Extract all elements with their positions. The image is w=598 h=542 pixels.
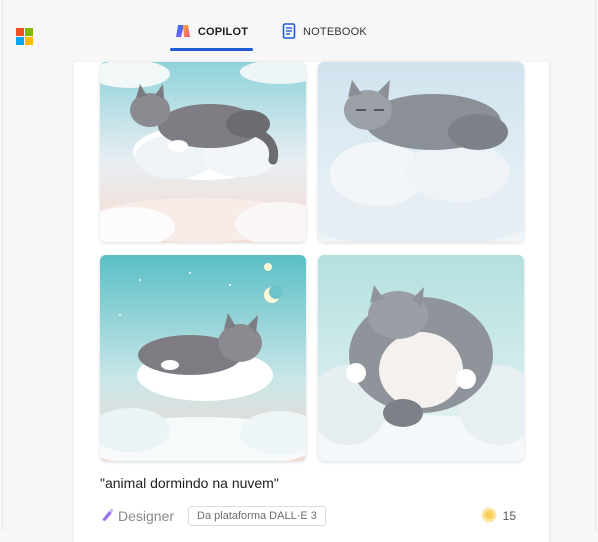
reaction-counter[interactable]: 15: [481, 507, 516, 526]
source-badge: Da plataforma DALL·E 3: [188, 506, 326, 526]
tab-notebook[interactable]: NOTEBOOK: [282, 14, 367, 50]
tab-copilot[interactable]: COPILOT: [170, 14, 253, 50]
designer-label: Designer: [118, 508, 175, 524]
generated-image-2[interactable]: [318, 62, 524, 242]
right-border: [595, 0, 596, 531]
generated-image-1[interactable]: [100, 62, 306, 242]
tab-notebook-label: NOTEBOOK: [303, 26, 367, 38]
attribution-footer: Designer Da plataforma DALL·E 3 15: [100, 505, 520, 527]
reaction-icon: [481, 507, 497, 526]
active-tab-indicator: [170, 48, 253, 51]
tab-copilot-label: COPILOT: [197, 26, 249, 38]
generated-image-4[interactable]: [318, 255, 524, 461]
designer-link[interactable]: Designer: [100, 508, 174, 525]
generated-image-3[interactable]: [100, 255, 306, 461]
copilot-icon: [175, 23, 191, 42]
notebook-icon: [282, 22, 296, 42]
reaction-count: 15: [502, 509, 516, 523]
response-card: "animal dormindo na nuvem" Designer Da p…: [73, 62, 550, 542]
prompt-text: "animal dormindo na nuvem": [100, 475, 279, 491]
left-border: [2, 0, 3, 531]
designer-icon: [100, 508, 114, 525]
top-bar: COPILOT NOTEBOOK: [0, 0, 598, 52]
